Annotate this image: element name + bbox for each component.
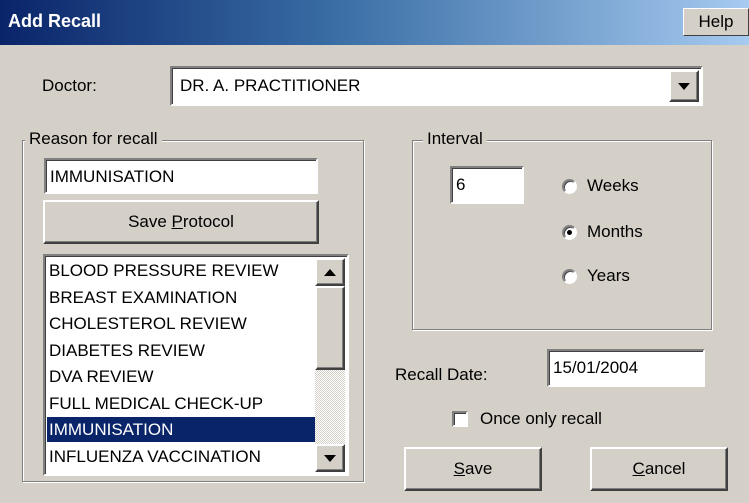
radio-years-label: Years (587, 266, 630, 285)
interval-input-value: 6 (456, 175, 466, 194)
chevron-down-icon (678, 82, 690, 90)
save-protocol-button[interactable]: Save Protocol (43, 200, 319, 244)
recall-date-label: Recall Date: (395, 365, 488, 384)
arrow-down-icon (324, 454, 336, 462)
radio-months-circle[interactable] (562, 224, 577, 240)
once-only-label: Once only recall (480, 409, 602, 428)
arrow-up-icon (324, 268, 336, 276)
once-only-checkbox-box[interactable] (452, 411, 468, 427)
save-mnemonic: S (453, 459, 465, 478)
interval-input[interactable]: 6 (450, 166, 524, 204)
cancel-label-rest: ancel (644, 459, 686, 478)
save-label-rest: ave (464, 459, 493, 478)
reason-input[interactable]: IMMUNISATION (44, 158, 318, 194)
radio-months[interactable]: Months (562, 222, 643, 242)
radio-weeks-circle[interactable] (562, 178, 577, 194)
window-title: Add Recall (8, 11, 102, 31)
scroll-up-button[interactable] (315, 258, 345, 286)
list-item[interactable]: BREAST EXAMINATION (47, 285, 319, 310)
save-button[interactable]: Save (404, 447, 542, 491)
radio-weeks[interactable]: Weeks (562, 176, 639, 196)
radio-years[interactable]: Years (562, 266, 630, 286)
scroll-thumb[interactable] (315, 286, 345, 370)
title-bar (0, 0, 749, 45)
cancel-mnemonic: C (632, 459, 645, 478)
once-only-recall-checkbox[interactable]: Once only recall (452, 409, 602, 429)
recall-date-value: 15/01/2004 (553, 358, 639, 377)
doctor-label: Doctor: (42, 76, 97, 95)
list-item[interactable]: BLOOD PRESSURE REVIEW (47, 258, 319, 283)
radio-months-label: Months (587, 222, 643, 241)
list-item[interactable]: DVA REVIEW (47, 364, 319, 389)
reason-input-value: IMMUNISATION (50, 167, 175, 186)
list-item[interactable]: INFLUENZA VACCINATION (47, 444, 319, 469)
list-item[interactable]: IMMUNISATION (47, 417, 319, 442)
scroll-down-button[interactable] (315, 444, 345, 472)
reason-list[interactable]: BLOOD PRESSURE REVIEW BREAST EXAMINATION C… (43, 254, 349, 476)
save-protocol-label-suffix: rotocol (182, 212, 234, 231)
save-protocol-label-prefix: Save (128, 212, 172, 231)
radio-weeks-label: Weeks (587, 176, 639, 195)
list-item[interactable]: DIABETES REVIEW (47, 338, 319, 363)
recall-date-input[interactable]: 15/01/2004 (547, 349, 705, 387)
list-item[interactable]: FULL MEDICAL CHECK-UP (47, 391, 319, 416)
doctor-select[interactable]: DR. A. PRACTITIONER (170, 66, 703, 106)
list-scrollbar[interactable] (315, 258, 345, 472)
cancel-button[interactable]: Cancel (590, 447, 728, 491)
save-protocol-mnemonic: P (171, 212, 183, 231)
doctor-select-value: DR. A. PRACTITIONER (180, 76, 361, 95)
list-item[interactable]: CHOLESTEROL REVIEW (47, 311, 319, 336)
interval-group-label: Interval (423, 129, 487, 149)
radio-years-circle[interactable] (562, 268, 577, 284)
doctor-dropdown-button[interactable] (669, 70, 699, 102)
reason-group-label: Reason for recall (25, 129, 162, 149)
help-button[interactable]: Help (683, 8, 749, 36)
